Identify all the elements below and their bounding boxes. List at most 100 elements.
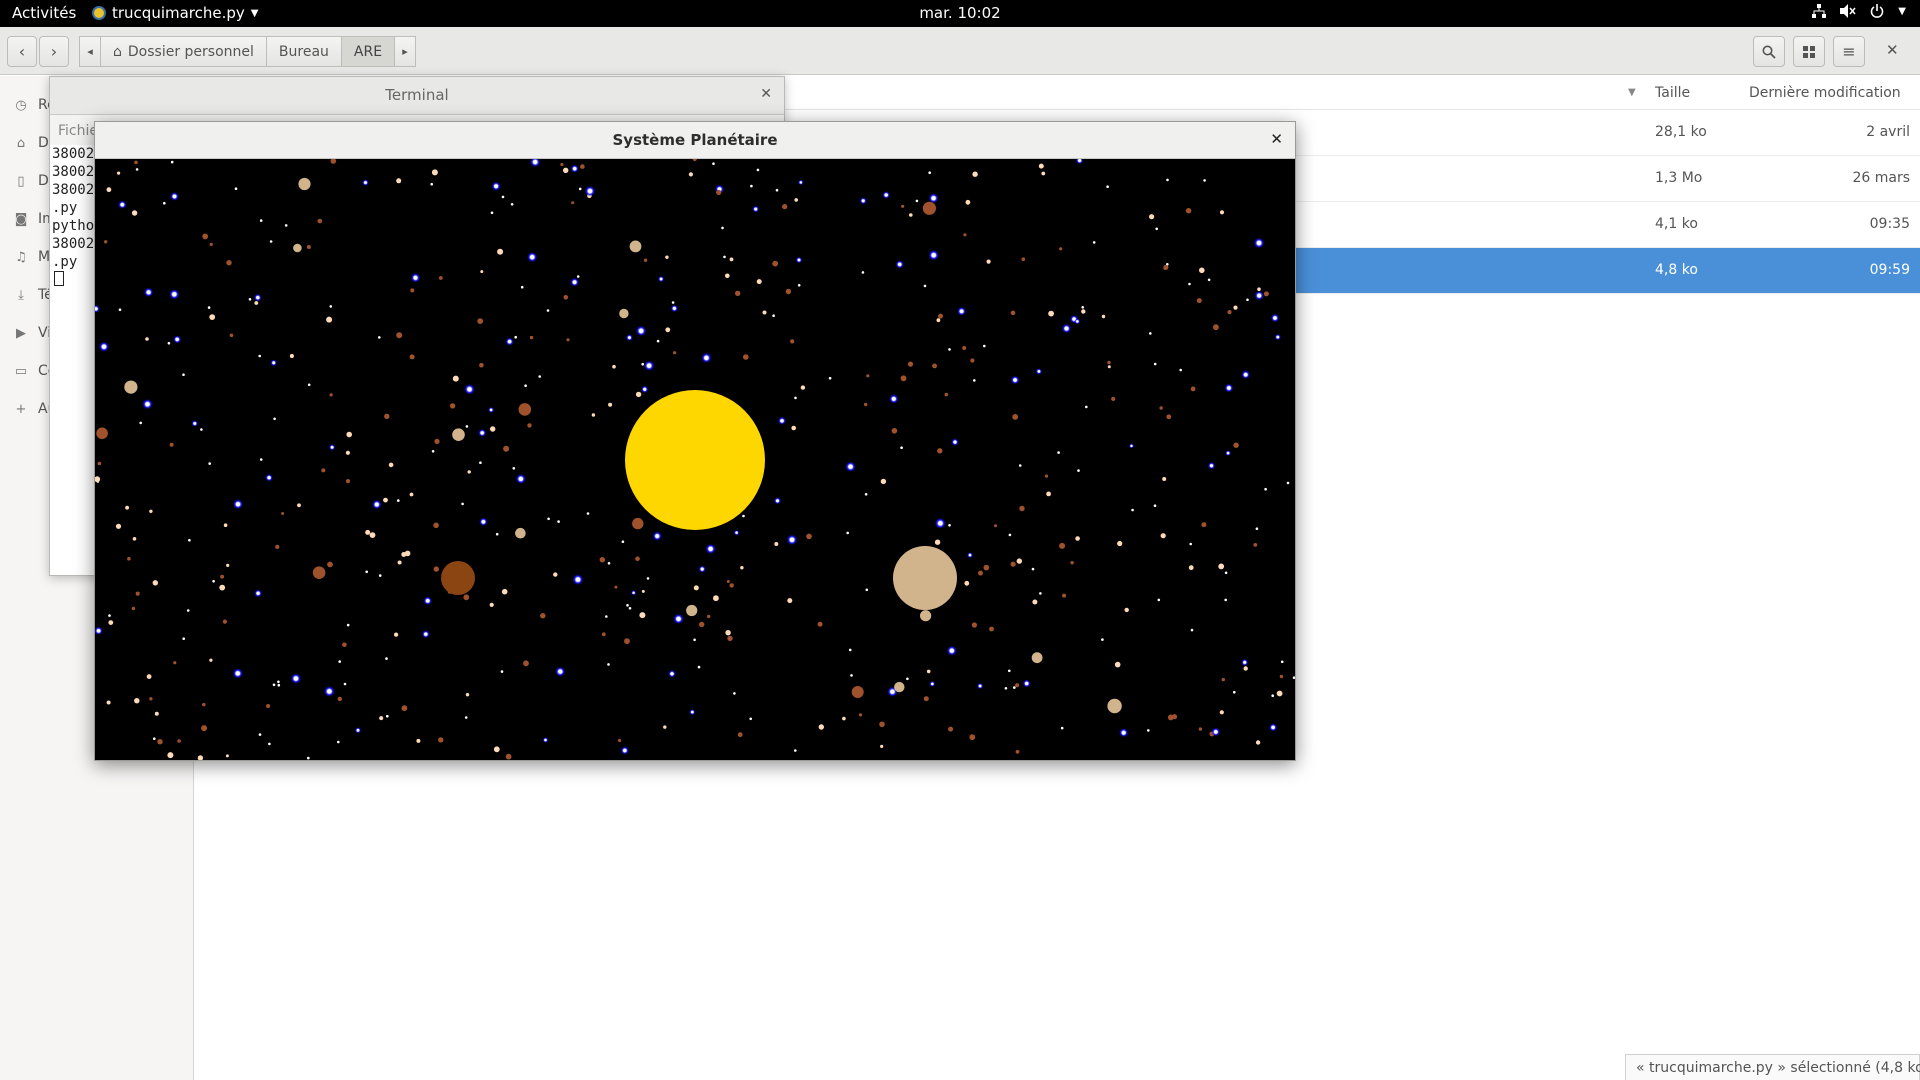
star [906,677,909,681]
star [97,461,102,466]
star [269,240,273,243]
star [186,609,190,612]
star [1085,405,1088,409]
system-tray[interactable]: ▼ [1812,4,1906,22]
star [1060,726,1064,730]
star [794,749,797,752]
star [1092,241,1096,244]
star [346,623,350,627]
star [173,335,182,344]
network-icon[interactable] [1812,4,1827,22]
star [281,512,285,515]
path-are-button[interactable]: ARE [340,36,396,67]
star [900,375,907,382]
star [115,523,122,529]
download-icon: ⤓ [18,287,24,303]
star [169,289,180,300]
star [948,348,951,351]
star [488,407,494,413]
star [1263,291,1269,297]
star [895,260,904,269]
star [1013,686,1016,689]
column-header-modified[interactable]: Dernière modification [1749,85,1901,101]
star [108,614,111,617]
menu-item-file[interactable]: Fichie [58,123,98,139]
star [880,744,884,749]
star [254,293,262,302]
star [1061,323,1072,334]
star [713,595,719,602]
back-button[interactable]: ‹ [7,36,37,67]
column-header-size[interactable]: Taille [1655,85,1690,101]
path-bureau-button[interactable]: Bureau [265,36,342,67]
star [1041,171,1046,176]
star [1255,527,1259,530]
space-canvas[interactable] [95,159,1295,760]
chevron-down-icon[interactable]: ▼ [1898,6,1906,22]
file-date: 09:35 [1869,216,1910,232]
star [859,197,867,205]
star [132,537,137,541]
star [1233,442,1239,448]
star [546,309,550,312]
star [858,713,863,717]
power-icon[interactable] [1870,4,1884,22]
path-scroll-left-button[interactable]: ◂ [79,36,101,67]
sidebar-item-videos[interactable]: ▶ Vi [14,325,51,341]
star [1271,694,1274,697]
volume-muted-icon[interactable] [1840,4,1856,22]
clock[interactable]: mar. 10:02 [0,4,1920,22]
star [641,589,645,593]
path-home-button[interactable]: ⌂ Dossier personnel [100,36,267,67]
star [1153,504,1157,508]
star [388,462,394,468]
star [153,737,156,740]
star [1189,542,1192,546]
star [1160,533,1166,539]
star [880,478,887,485]
star [570,277,579,287]
star [693,585,699,591]
star [510,203,514,206]
path-scroll-right-button[interactable]: ▸ [394,36,417,67]
star [1274,334,1281,341]
star [277,680,280,684]
star [605,615,608,618]
close-button[interactable]: ✕ [1886,41,1899,59]
search-button[interactable] [1753,36,1785,67]
star [864,402,868,407]
star [612,364,616,369]
close-icon[interactable]: ✕ [760,86,772,102]
star [791,425,796,431]
view-grid-button[interactable] [1793,36,1825,67]
star [818,724,824,730]
terminal-titlebar[interactable]: Terminal ✕ [50,77,784,115]
planetary-system-titlebar[interactable]: Système Planétaire ✕ [95,122,1295,159]
sidebar-item-downloads[interactable]: ⤓ Té [14,287,53,303]
star [1031,567,1035,571]
star [1048,310,1054,317]
star [106,187,112,193]
star [191,420,199,427]
star [201,725,208,732]
star [495,532,499,536]
star [200,428,203,431]
star [524,384,527,387]
star [1021,257,1026,261]
star [740,566,744,570]
star [266,704,271,708]
forward-button[interactable]: › [39,36,69,67]
star [614,585,618,589]
star [467,470,471,474]
star [1286,481,1290,485]
star [337,740,340,744]
close-icon[interactable]: ✕ [1270,130,1283,148]
sort-chevron-icon[interactable]: ▼ [1628,87,1636,98]
star [512,467,516,470]
star [1254,290,1264,301]
star [665,327,671,333]
menu-button[interactable]: ≡ [1833,36,1865,67]
planetary-system-window[interactable]: Système Planétaire ✕ [94,121,1296,761]
star [563,295,569,300]
star [207,306,211,309]
